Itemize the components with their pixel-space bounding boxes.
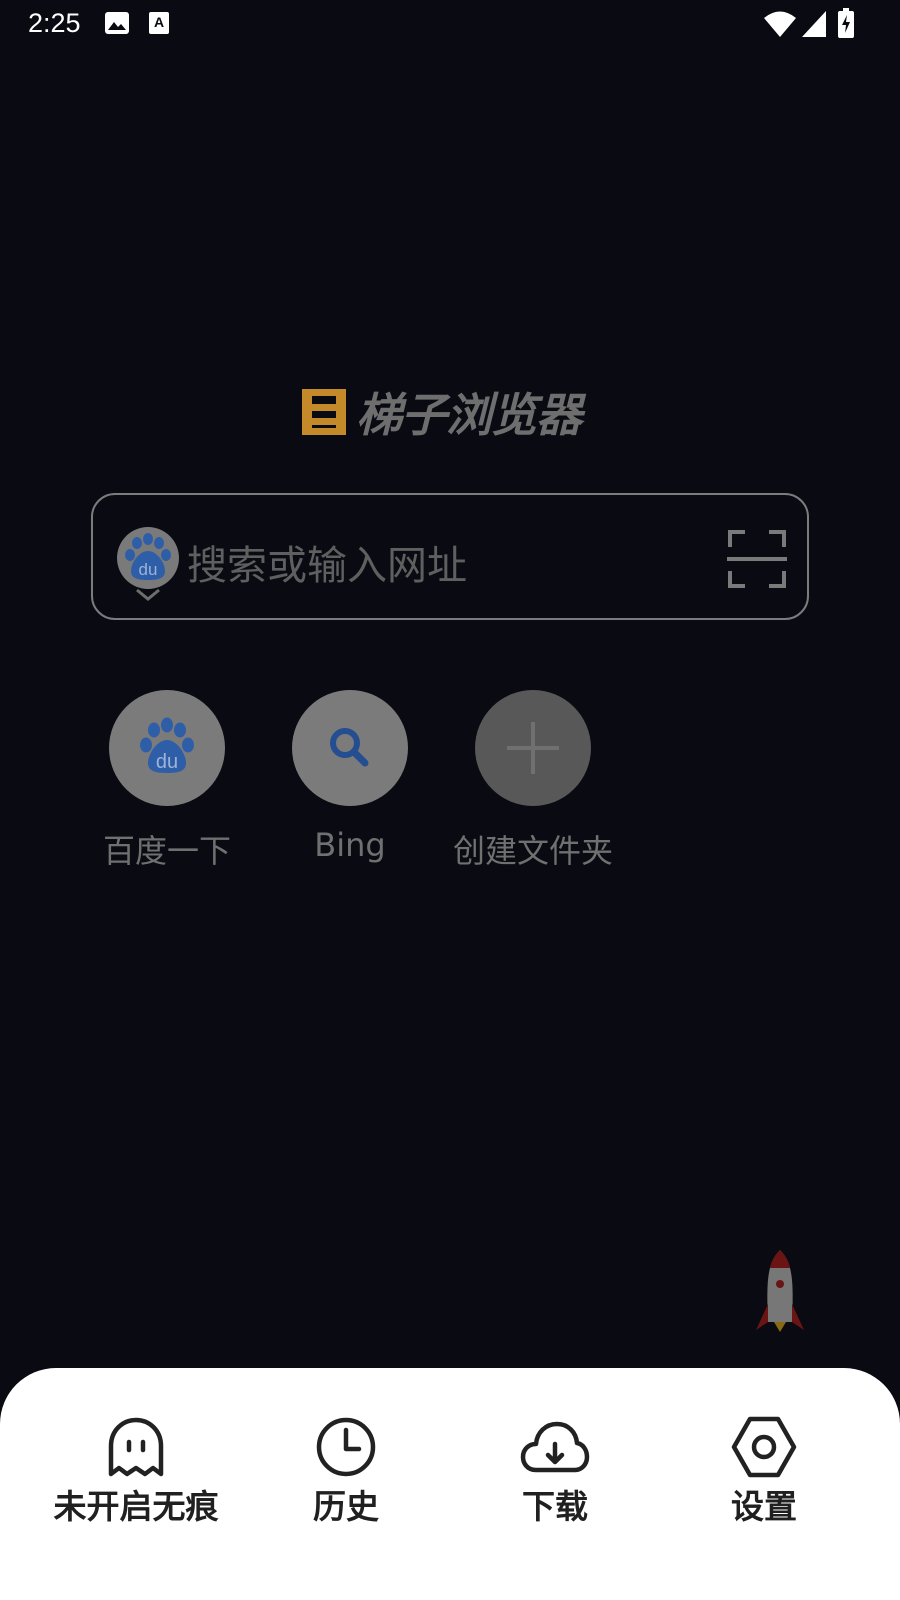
svg-text:A: A bbox=[154, 14, 164, 30]
baidu-paw-icon: du bbox=[140, 717, 194, 773]
settings-label: 设置 bbox=[731, 1487, 797, 1526]
ladder-logo-icon bbox=[302, 389, 346, 435]
quick-link-label: 百度一下 bbox=[102, 832, 231, 870]
svg-text:du: du bbox=[139, 560, 158, 579]
history-label: 历史 bbox=[313, 1487, 379, 1526]
app-title: 梯子浏览器 bbox=[356, 388, 582, 442]
search-input[interactable]: 搜索或输入网址 bbox=[187, 533, 467, 591]
chevron-down-icon[interactable] bbox=[135, 588, 161, 602]
keyboard-a-icon: A bbox=[149, 12, 169, 34]
quick-link-icon-circle bbox=[292, 690, 408, 806]
quick-link-bing[interactable]: Bing bbox=[255, 690, 445, 864]
quick-link-label: 创建文件夹 bbox=[452, 832, 613, 870]
signal-icon bbox=[802, 11, 826, 37]
scan-icon[interactable] bbox=[727, 529, 787, 589]
search-engine-selector[interactable]: du bbox=[117, 527, 179, 589]
cloud-download-icon bbox=[520, 1421, 590, 1473]
bottom-menu-sheet: 未开启无痕 历史 下载 设置 bbox=[0, 1368, 900, 1600]
plus-icon bbox=[507, 722, 559, 774]
history-button[interactable]: 历史 bbox=[236, 1416, 456, 1528]
search-icon bbox=[330, 728, 369, 767]
svg-text:du: du bbox=[156, 751, 178, 773]
clock-icon bbox=[316, 1417, 376, 1477]
quick-link-create-folder[interactable]: 创建文件夹 bbox=[438, 690, 628, 872]
search-bar[interactable]: du 搜索或输入网址 bbox=[91, 493, 809, 620]
rocket-icon[interactable] bbox=[750, 1248, 810, 1338]
battery-charging-icon bbox=[838, 8, 854, 38]
status-bar: 2:25 A bbox=[0, 0, 900, 48]
wifi-icon bbox=[764, 11, 796, 37]
baidu-paw-icon: du bbox=[125, 533, 171, 580]
ghost-icon bbox=[108, 1417, 164, 1477]
quick-link-label: Bing bbox=[314, 826, 386, 864]
status-time: 2:25 bbox=[28, 8, 81, 38]
incognito-label: 未开启无痕 bbox=[53, 1487, 219, 1526]
image-icon bbox=[105, 12, 129, 34]
hexagon-settings-icon bbox=[731, 1416, 797, 1478]
incognito-toggle-button[interactable]: 未开启无痕 bbox=[26, 1416, 246, 1528]
download-button[interactable]: 下载 bbox=[445, 1416, 665, 1528]
settings-button[interactable]: 设置 bbox=[654, 1416, 874, 1528]
download-label: 下载 bbox=[522, 1487, 588, 1526]
app-logo: 梯子浏览器 bbox=[300, 384, 582, 442]
quick-link-icon-circle: du bbox=[109, 690, 225, 806]
quick-link-baidu[interactable]: du 百度一下 bbox=[72, 690, 262, 872]
quick-link-icon-circle bbox=[475, 690, 591, 806]
